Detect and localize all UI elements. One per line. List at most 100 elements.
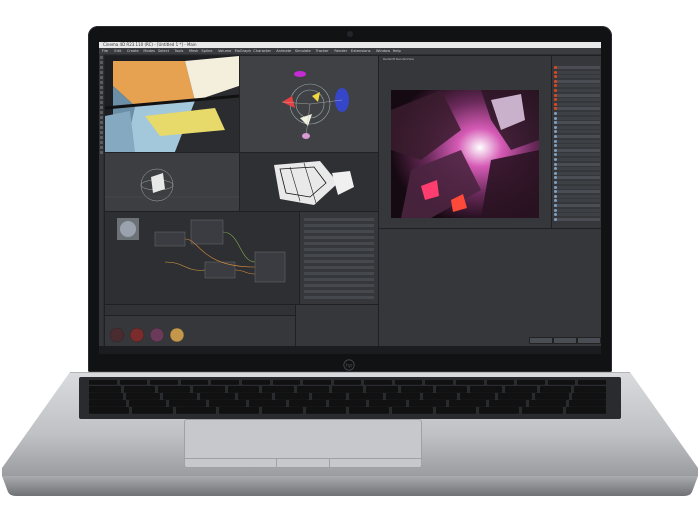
attribute-row[interactable]: [304, 296, 374, 299]
tool-button[interactable]: [99, 116, 103, 119]
keyboard-key[interactable]: [456, 380, 484, 384]
tool-button[interactable]: [99, 131, 103, 134]
tool-button[interactable]: [99, 91, 103, 94]
attribute-row[interactable]: [304, 242, 374, 245]
object-row[interactable]: [554, 213, 600, 217]
keyboard-key[interactable]: [386, 393, 421, 399]
object-row[interactable]: [554, 176, 600, 180]
keyboard-key[interactable]: [227, 386, 260, 392]
keyboard-key[interactable]: [119, 380, 148, 384]
keyboard-key[interactable]: [329, 400, 366, 406]
tool-button[interactable]: [99, 76, 103, 79]
menu-character[interactable]: Character: [253, 48, 271, 54]
keyboard-key[interactable]: [486, 380, 515, 384]
keyboard-key[interactable]: [158, 386, 190, 392]
material-swatch[interactable]: [149, 327, 165, 343]
menu-help[interactable]: Help: [393, 48, 401, 54]
menu-mesh[interactable]: Mesh: [189, 48, 198, 54]
tool-button[interactable]: [99, 151, 103, 154]
tool-button[interactable]: [99, 146, 103, 149]
keyboard-key[interactable]: [89, 380, 117, 384]
trackpad[interactable]: [184, 419, 422, 468]
keyboard-key[interactable]: [89, 393, 124, 399]
attribute-row[interactable]: [304, 230, 374, 233]
menu-tools[interactable]: Tools: [175, 48, 184, 54]
menu-simulate[interactable]: Simulate: [295, 48, 311, 54]
object-row[interactable]: [554, 130, 600, 134]
object-row[interactable]: [554, 121, 600, 125]
menu-animate[interactable]: Animate: [276, 48, 291, 54]
attribute-row[interactable]: [304, 254, 374, 257]
attribute-row[interactable]: [304, 224, 374, 227]
keyboard-key[interactable]: [333, 380, 362, 384]
menu-modes[interactable]: Modes: [143, 48, 155, 54]
keyboard-key[interactable]: [460, 393, 495, 399]
attribute-row[interactable]: [304, 290, 374, 293]
keyboard-key[interactable]: [219, 407, 260, 413]
tool-button[interactable]: [99, 141, 103, 144]
render-settings-button-3[interactable]: [577, 337, 601, 344]
keyboard-key[interactable]: [303, 380, 331, 384]
keyboard-key[interactable]: [539, 386, 572, 392]
object-row[interactable]: [554, 153, 600, 157]
keyboard-key[interactable]: [571, 393, 606, 399]
menu-mograph[interactable]: MoGraph: [235, 48, 251, 54]
object-row[interactable]: [554, 125, 600, 129]
menu-window[interactable]: Window: [376, 48, 390, 54]
keyboard-key[interactable]: [423, 393, 458, 399]
tool-button[interactable]: [99, 106, 103, 109]
render-settings-button[interactable]: [529, 337, 553, 344]
keyboard-key[interactable]: [169, 400, 206, 406]
keyboard-key[interactable]: [331, 386, 364, 392]
attribute-row[interactable]: [304, 218, 374, 221]
keyboard-key[interactable]: [517, 380, 545, 384]
viewport-right[interactable]: [104, 152, 240, 212]
object-row[interactable]: [554, 135, 600, 138]
object-row[interactable]: [554, 112, 600, 115]
keyboard-key[interactable]: [211, 380, 239, 384]
keyboard-key[interactable]: [249, 400, 286, 406]
tool-button[interactable]: [99, 66, 103, 69]
keyboard-key[interactable]: [534, 393, 569, 399]
keyboard-key[interactable]: [394, 380, 423, 384]
material-swatch[interactable]: [129, 327, 145, 343]
keyboard-key[interactable]: [565, 407, 606, 413]
tool-button[interactable]: [99, 101, 103, 104]
keyboard-key[interactable]: [425, 380, 454, 384]
object-row[interactable]: [554, 181, 600, 184]
attribute-row[interactable]: [304, 248, 374, 251]
object-row[interactable]: [554, 167, 600, 171]
keyboard-key[interactable]: [129, 400, 166, 406]
attribute-row[interactable]: [304, 266, 374, 269]
viewport-perspective[interactable]: [104, 55, 240, 153]
object-row[interactable]: [554, 70, 600, 74]
viewport-front[interactable]: [239, 152, 379, 212]
keyboard-key[interactable]: [180, 380, 209, 384]
tool-button[interactable]: [99, 136, 103, 139]
keyboard-key[interactable]: [529, 400, 566, 406]
material-swatch[interactable]: [169, 327, 185, 343]
keyboard-key[interactable]: [449, 400, 486, 406]
object-row[interactable]: [554, 171, 600, 175]
keyboard-key[interactable]: [150, 380, 178, 384]
menu-edit[interactable]: Edit: [114, 48, 121, 54]
menu-render[interactable]: Render: [334, 48, 347, 54]
keyboard-key[interactable]: [241, 380, 270, 384]
menu-create[interactable]: Create: [127, 48, 139, 54]
material-swatch[interactable]: [109, 327, 125, 343]
object-row[interactable]: [554, 116, 600, 120]
keyboard-key[interactable]: [89, 386, 121, 392]
object-row[interactable]: [554, 199, 600, 203]
menu-tracker[interactable]: Tracker: [316, 48, 329, 54]
trackpad-middle-button[interactable]: [277, 458, 330, 467]
keyboard-key[interactable]: [193, 386, 225, 392]
tool-button[interactable]: [99, 56, 103, 59]
attribute-row[interactable]: [304, 278, 374, 281]
keyboard-key[interactable]: [578, 380, 606, 384]
object-row[interactable]: [554, 93, 600, 97]
object-row[interactable]: [554, 148, 600, 152]
trackpad-left-button[interactable]: [185, 458, 277, 467]
object-row[interactable]: [554, 208, 600, 212]
keyboard-key[interactable]: [470, 386, 502, 392]
keyboard-key[interactable]: [289, 400, 326, 406]
